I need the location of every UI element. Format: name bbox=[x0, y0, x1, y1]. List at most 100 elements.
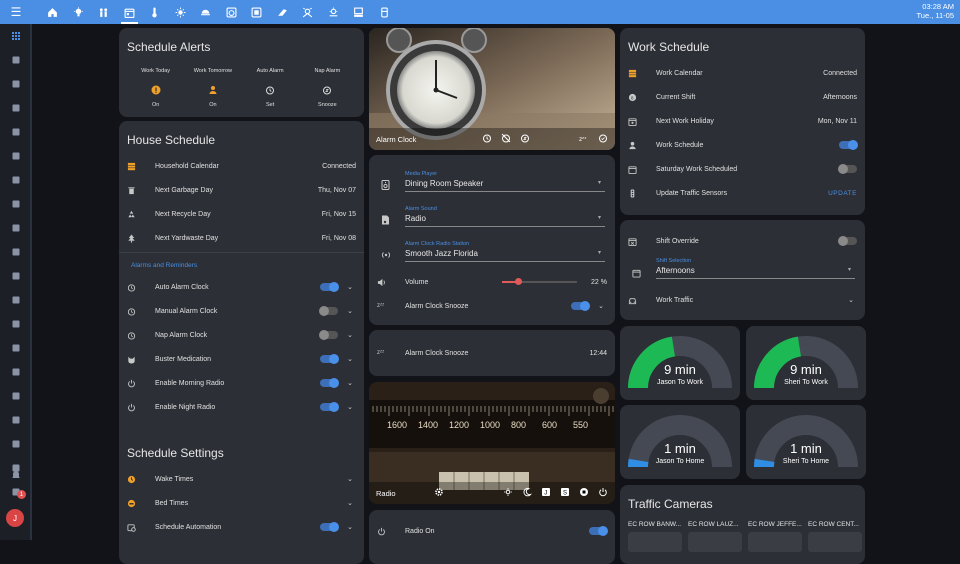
toggle-switch[interactable] bbox=[838, 164, 857, 174]
sleep-icon[interactable]: zᶻᶻ bbox=[579, 133, 589, 145]
settings-icon[interactable] bbox=[0, 480, 32, 504]
alarm-icon[interactable] bbox=[482, 133, 492, 145]
gear-icon[interactable] bbox=[434, 487, 444, 499]
chevron-down-icon[interactable]: ⌄ bbox=[344, 475, 356, 483]
j-button-icon[interactable]: J bbox=[541, 487, 551, 499]
washer-icon[interactable] bbox=[219, 0, 245, 24]
snooze-toggle[interactable] bbox=[571, 301, 590, 311]
history-icon[interactable] bbox=[0, 96, 32, 120]
traffic-camera[interactable]: EC ROW CENT... bbox=[808, 521, 862, 552]
s-button-icon[interactable]: S bbox=[560, 487, 570, 499]
moon-icon[interactable] bbox=[522, 487, 533, 499]
tablet-icon[interactable] bbox=[244, 0, 270, 24]
shift-selection-select[interactable]: Shift Selection Afternoons bbox=[656, 258, 855, 279]
chevron-down-icon[interactable]: ⌄ bbox=[344, 379, 356, 387]
printer-icon[interactable] bbox=[346, 0, 372, 24]
sun-cloud-icon[interactable] bbox=[321, 0, 347, 24]
chevron-down-icon[interactable]: ⌄ bbox=[344, 403, 356, 411]
alert-auto-alarm[interactable]: Auto Alarm Set bbox=[242, 68, 299, 108]
speed-icon[interactable] bbox=[0, 192, 32, 216]
traffic-camera[interactable]: EC ROW LAUZ... bbox=[688, 521, 742, 552]
alarm-sound-select[interactable]: Alarm Sound Radio bbox=[405, 206, 605, 227]
camera-list: EC ROW BANW... EC ROW LAUZ... EC ROW JEFFE… bbox=[628, 521, 862, 552]
field-value: Dining Room Speaker bbox=[405, 177, 605, 192]
alarm-clock-card[interactable]: Alarm Clock zᶻᶻ bbox=[369, 28, 615, 150]
log-icon[interactable] bbox=[0, 216, 32, 240]
update-button[interactable]: UPDATE bbox=[828, 190, 857, 197]
cloud-server-icon[interactable] bbox=[0, 312, 32, 336]
toggle-switch[interactable] bbox=[320, 378, 339, 388]
power-icon[interactable] bbox=[598, 487, 608, 499]
chevron-down-icon[interactable]: ⌄ bbox=[344, 523, 356, 531]
network-icon[interactable] bbox=[0, 288, 32, 312]
people-icon[interactable] bbox=[91, 0, 117, 24]
calendar-icon[interactable] bbox=[117, 0, 143, 24]
chevron-down-icon[interactable]: ⌄ bbox=[344, 283, 356, 291]
menu-icon[interactable]: ☰ bbox=[0, 0, 32, 24]
alarm-snooze-icon[interactable] bbox=[520, 133, 530, 145]
avatar[interactable]: J bbox=[6, 509, 24, 527]
chevron-down-icon[interactable]: ⌄ bbox=[344, 307, 356, 315]
alert-label: Auto Alarm bbox=[256, 68, 284, 74]
gauge-value: 9 min bbox=[664, 362, 696, 377]
toggle-switch[interactable] bbox=[319, 330, 338, 340]
toggle-switch[interactable] bbox=[320, 354, 339, 364]
chevron-down-icon[interactable]: ⌄ bbox=[344, 355, 356, 363]
doorbell-icon[interactable] bbox=[295, 0, 321, 24]
chevron-down-icon[interactable]: ⌄ bbox=[344, 331, 356, 339]
toggle-switch[interactable] bbox=[320, 402, 339, 412]
stats-icon[interactable] bbox=[0, 432, 32, 456]
code-icon[interactable] bbox=[0, 144, 32, 168]
shield-icon[interactable] bbox=[0, 120, 32, 144]
logbook-icon[interactable] bbox=[0, 48, 32, 72]
calendar-grid-icon[interactable] bbox=[0, 240, 32, 264]
volume-slider[interactable] bbox=[502, 278, 578, 285]
traffic-camera[interactable]: EC ROW JEFFE... bbox=[748, 521, 802, 552]
chevron-down-icon[interactable]: ⌄ bbox=[845, 296, 857, 304]
travel-time-gauge[interactable]: 1 min Sheri To Home bbox=[746, 405, 866, 479]
house-row: Household Calendar Connected bbox=[127, 155, 356, 177]
alert-work-today[interactable]: Work Today On bbox=[127, 68, 184, 108]
toggle-switch[interactable] bbox=[839, 140, 858, 150]
wrench-icon[interactable] bbox=[0, 168, 32, 192]
schedule-automation-toggle[interactable] bbox=[320, 522, 339, 532]
alert-work-tomorrow[interactable]: Work Tomorrow On bbox=[184, 68, 241, 108]
settings-row[interactable]: Wake Times ⌄ bbox=[127, 468, 356, 490]
radio-card[interactable]: 1600 1400 1200 1000 800 600 550 Radio J S bbox=[369, 382, 615, 504]
toggle-switch[interactable] bbox=[319, 306, 338, 316]
radio-on-toggle[interactable] bbox=[589, 526, 608, 536]
settings-row[interactable]: Bed Times ⌄ bbox=[127, 492, 356, 514]
brackets-icon[interactable] bbox=[0, 264, 32, 288]
stop-icon[interactable] bbox=[579, 487, 589, 499]
thermometer-icon[interactable] bbox=[142, 0, 168, 24]
travel-time-gauge[interactable]: 9 min Sheri To Work bbox=[746, 326, 866, 400]
settings-row[interactable]: Schedule Automation ⌄ bbox=[127, 516, 356, 538]
trashcan-icon[interactable] bbox=[372, 0, 398, 24]
alarm-check-icon[interactable] bbox=[598, 133, 608, 145]
lightbulb-icon[interactable] bbox=[66, 0, 92, 24]
file-code-icon[interactable] bbox=[0, 360, 32, 384]
hammer-icon[interactable] bbox=[0, 384, 32, 408]
sun-icon[interactable] bbox=[503, 487, 513, 499]
chevron-down-icon[interactable]: ⌄ bbox=[595, 302, 607, 310]
weather-icon[interactable] bbox=[168, 0, 194, 24]
radio-station-select[interactable]: Alarm Clock Radio Station Smooth Jazz Fl… bbox=[405, 241, 605, 262]
alert-nap-alarm[interactable]: Nap Alarm Snooze bbox=[299, 68, 356, 108]
chevron-down-icon[interactable]: ⌄ bbox=[344, 499, 356, 507]
dashboard-icon[interactable] bbox=[0, 24, 32, 48]
vacuum-icon[interactable] bbox=[270, 0, 296, 24]
home-icon[interactable] bbox=[40, 0, 66, 24]
lamp-icon[interactable] bbox=[193, 0, 219, 24]
travel-time-gauge[interactable]: 9 min Jason To Work bbox=[620, 326, 740, 400]
travel-time-gauge[interactable]: 1 min Jason To Home bbox=[620, 405, 740, 479]
list-icon[interactable] bbox=[0, 72, 32, 96]
alarm-off-icon[interactable] bbox=[501, 133, 511, 145]
shift-override-toggle[interactable] bbox=[838, 236, 857, 246]
snooze-toggle-row: zᶻᶻ Alarm Clock Snooze ⌄ bbox=[377, 295, 607, 317]
bell-icon[interactable] bbox=[8, 467, 24, 483]
toggle-switch[interactable] bbox=[320, 282, 339, 292]
cloud-icon[interactable] bbox=[0, 336, 32, 360]
traffic-camera[interactable]: EC ROW BANW... bbox=[628, 521, 682, 552]
media-player-select[interactable]: Media Player Dining Room Speaker bbox=[405, 171, 605, 192]
router-icon[interactable] bbox=[0, 408, 32, 432]
